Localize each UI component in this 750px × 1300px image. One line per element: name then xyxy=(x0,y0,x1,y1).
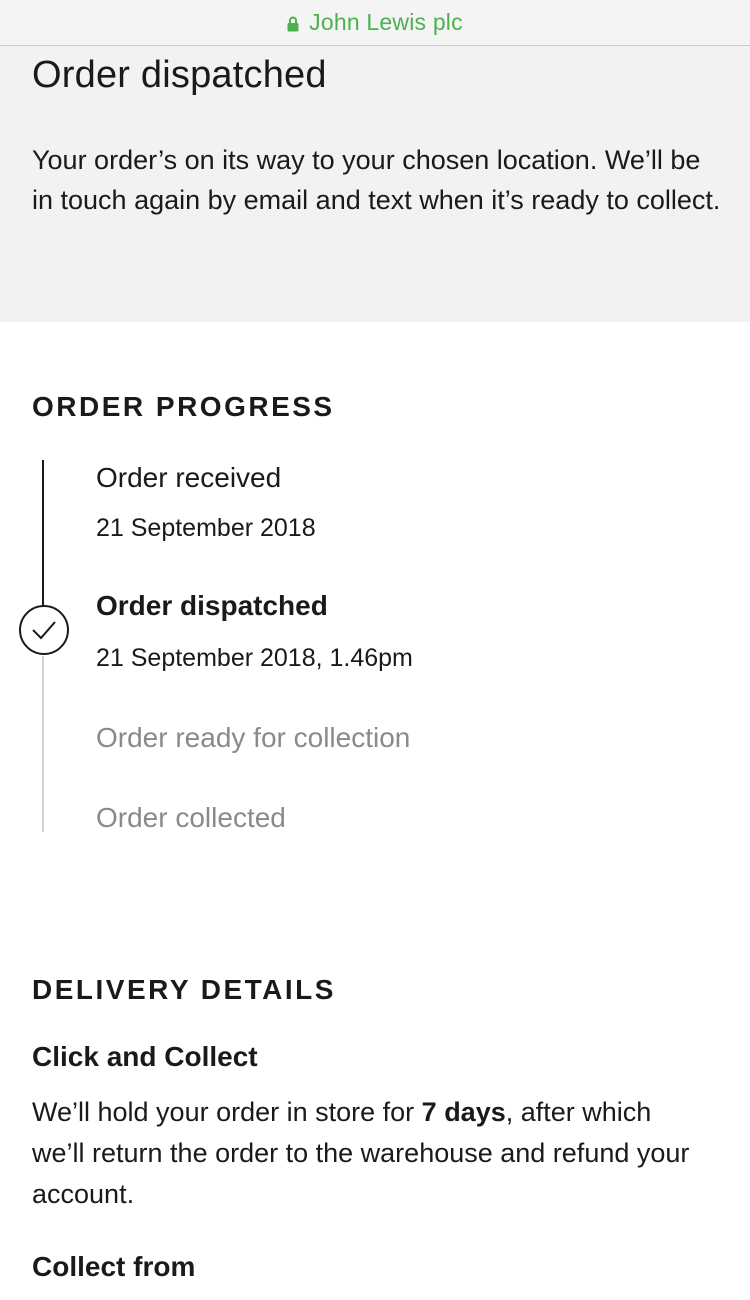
timeline-step-collected: Order collected xyxy=(96,802,286,833)
timeline-completed-line xyxy=(42,460,44,618)
order-status-panel: Order dispatched Your order’s on its way… xyxy=(0,46,750,322)
collect-from-heading: Collect from xyxy=(32,1251,196,1282)
checkmark-circle-icon xyxy=(18,605,70,657)
page-title: Order dispatched xyxy=(32,54,327,96)
timeline-step-ready: Order ready for collection xyxy=(96,722,411,753)
delivery-details-heading: DELIVERY DETAILS xyxy=(32,974,336,1005)
timeline-step-dispatched: Order dispatched xyxy=(96,590,328,621)
status-message: Your order’s on its way to your chosen l… xyxy=(32,145,721,215)
timeline-step-received: Order received xyxy=(96,462,282,493)
timeline-pending-line xyxy=(42,656,44,832)
timeline-step-dispatched-date: 21 September 2018, 1.46pm xyxy=(96,644,413,672)
order-progress-heading: ORDER PROGRESS xyxy=(32,391,335,422)
order-progress-timeline: Order received 21 September 2018 Order d… xyxy=(0,440,750,860)
lock-icon xyxy=(287,16,299,32)
hold-policy-text-before: We’ll hold your order in store for xyxy=(32,1097,422,1127)
browser-address-bar[interactable]: John Lewis plc xyxy=(0,0,750,46)
site-name[interactable]: John Lewis plc xyxy=(309,9,463,36)
delivery-method: Click and Collect xyxy=(32,1041,258,1072)
hold-policy-text: We’ll hold your order in store for 7 day… xyxy=(32,1092,692,1215)
timeline-step-received-date: 21 September 2018 xyxy=(96,514,316,542)
hold-days: 7 days xyxy=(421,1097,506,1127)
